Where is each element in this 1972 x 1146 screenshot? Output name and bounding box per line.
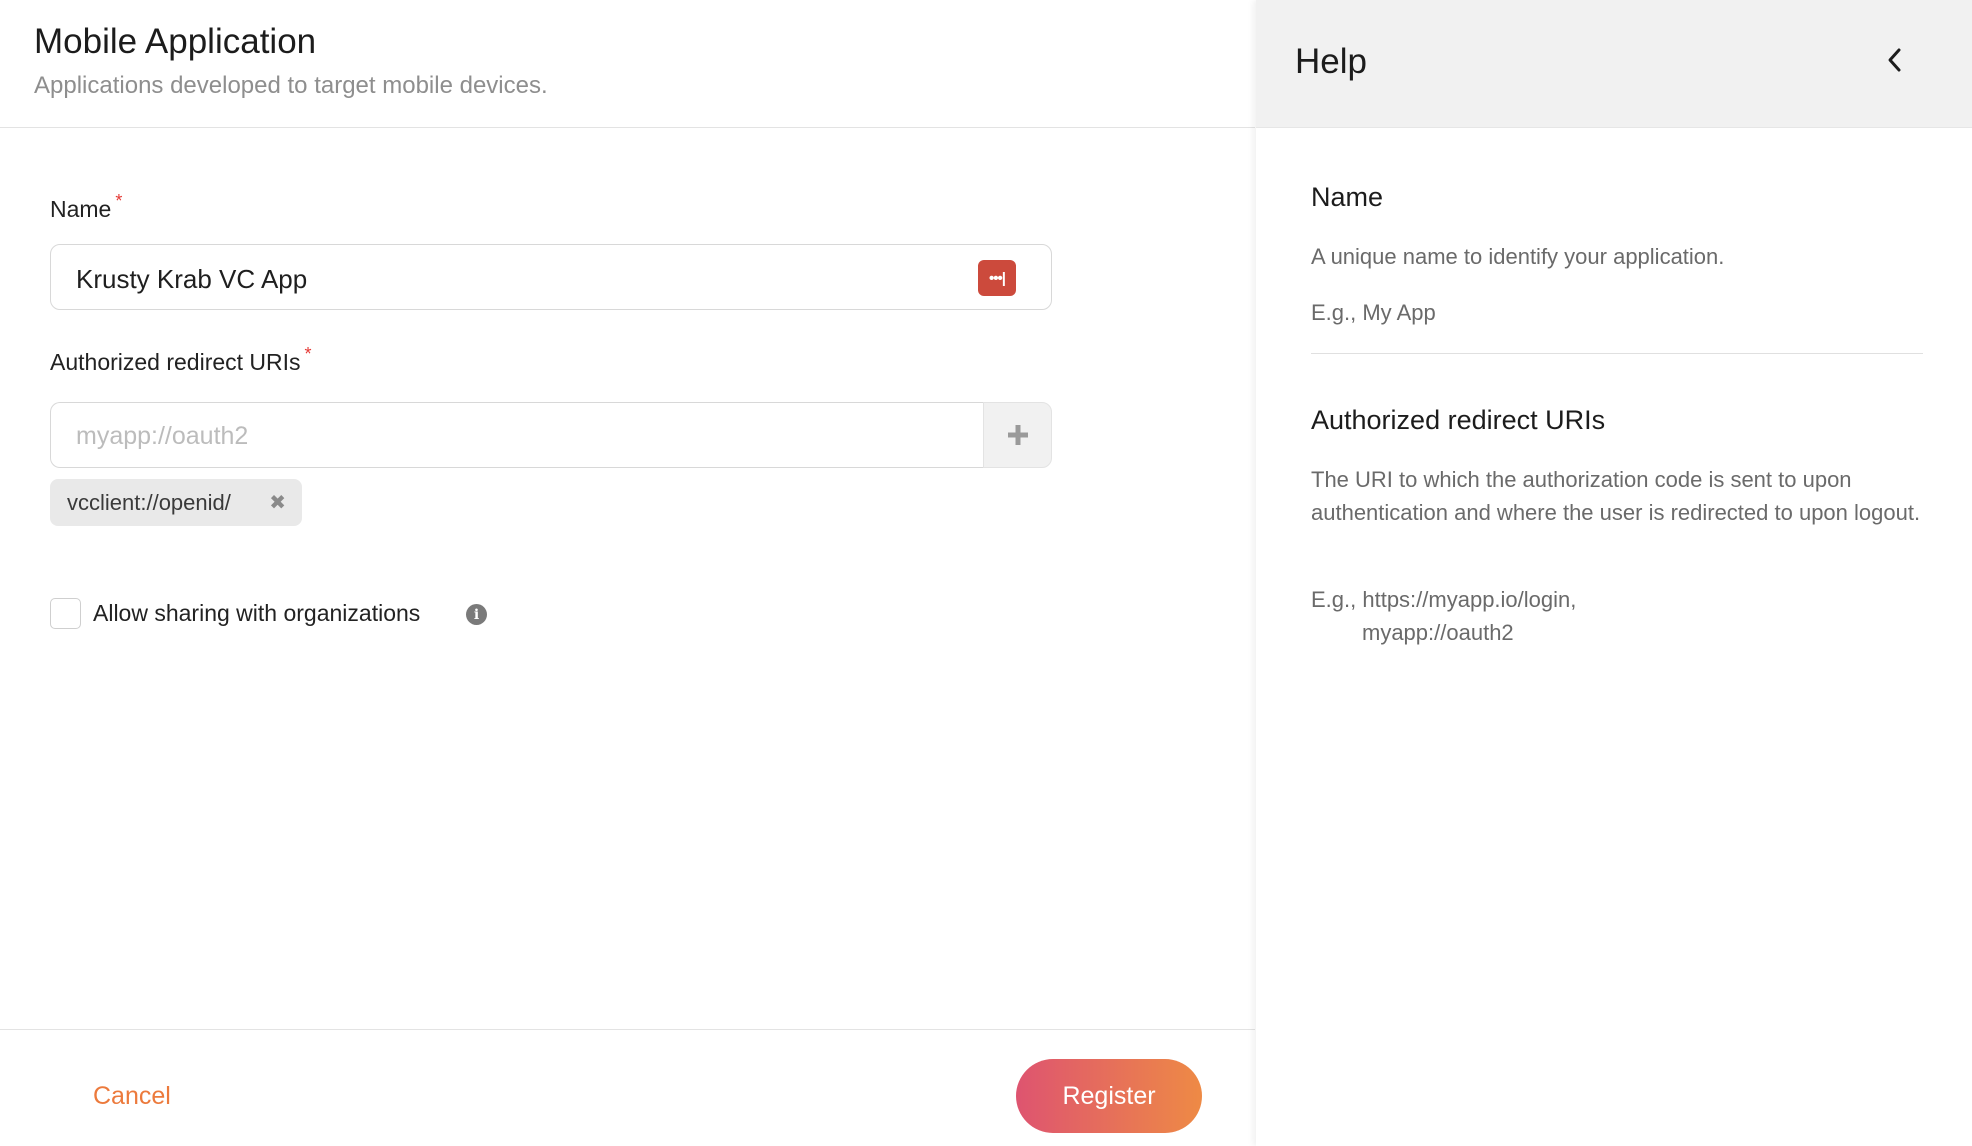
- name-input-value[interactable]: Krusty Krab VC App: [76, 264, 307, 295]
- help-uris-example-line-1: E.g., https://myapp.io/login,: [1311, 587, 1577, 612]
- redirect-uris-label-text: Authorized redirect URIs: [50, 349, 301, 375]
- wizard-header: Mobile Application Applications develope…: [0, 0, 1255, 128]
- allow-sharing-checkbox[interactable]: [50, 598, 81, 629]
- help-name-example: E.g., My App: [1311, 300, 1436, 325]
- create-application-wizard: Mobile Application Applications develope…: [0, 0, 1255, 1146]
- info-icon[interactable]: i: [466, 604, 487, 625]
- name-field-label: Name *: [50, 191, 122, 223]
- help-uris-example-line-2: myapp://oauth2: [1362, 620, 1514, 645]
- close-icon[interactable]: ✖: [269, 490, 286, 515]
- help-uris-heading: Authorized redirect URIs: [1311, 405, 1606, 435]
- wizard-title: Mobile Application: [34, 22, 317, 61]
- help-collapse-button[interactable]: [1875, 40, 1915, 80]
- redirect-uri-placeholder: myapp://oauth2: [76, 422, 249, 450]
- help-name-heading: Name: [1311, 182, 1384, 212]
- chevron-left-icon: [1888, 48, 1901, 72]
- help-header: Help: [1256, 0, 1972, 128]
- redirect-uri-input[interactable]: myapp://oauth2: [50, 402, 984, 468]
- help-name-description: A unique name to identify your applicati…: [1311, 244, 1725, 269]
- help-uris-example: E.g., https://myapp.io/login, myapp://oa…: [1311, 583, 1931, 649]
- help-panel: Help Name A unique name to identify your…: [1256, 0, 1972, 1146]
- name-input[interactable]: Krusty Krab VC App •••|: [50, 244, 1052, 310]
- redirect-uris-label: Authorized redirect URIs *: [50, 344, 312, 376]
- plus-icon: [1007, 425, 1028, 445]
- help-uris-description: The URI to which the authorization code …: [1311, 467, 1921, 525]
- help-divider: [1311, 353, 1923, 354]
- required-mark: *: [304, 344, 312, 364]
- allow-sharing-label[interactable]: Allow sharing with organizations: [93, 600, 420, 627]
- password-manager-icon[interactable]: •••|: [978, 260, 1016, 296]
- help-title: Help: [1295, 42, 1367, 81]
- uri-chip-label: vcclient://openid/: [67, 489, 231, 515]
- wizard-subtitle: Applications developed to target mobile …: [34, 72, 548, 99]
- cancel-button[interactable]: Cancel: [93, 1082, 171, 1111]
- uri-chip: vcclient://openid/ ✖: [50, 479, 302, 526]
- add-uri-button[interactable]: [983, 402, 1052, 468]
- register-button[interactable]: Register: [1016, 1059, 1202, 1133]
- required-mark: *: [115, 191, 123, 211]
- name-label-text: Name: [50, 196, 112, 222]
